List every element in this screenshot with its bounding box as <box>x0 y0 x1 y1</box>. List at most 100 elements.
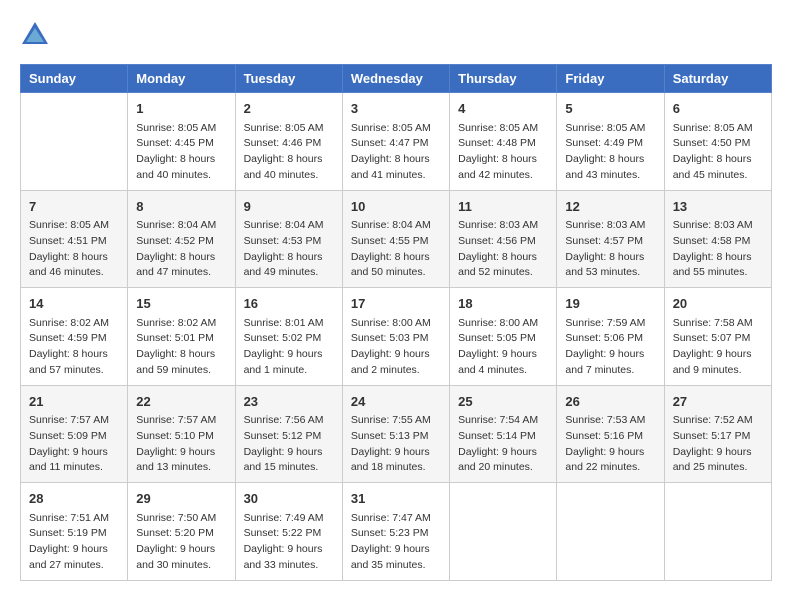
day-info: Sunrise: 7:55 AM Sunset: 5:13 PM Dayligh… <box>351 413 441 476</box>
day-number: 14 <box>29 294 119 314</box>
calendar-cell: 27Sunrise: 7:52 AM Sunset: 5:17 PM Dayli… <box>664 385 771 483</box>
day-info: Sunrise: 8:05 AM Sunset: 4:48 PM Dayligh… <box>458 121 548 184</box>
day-info: Sunrise: 7:50 AM Sunset: 5:20 PM Dayligh… <box>136 511 226 574</box>
calendar-cell <box>557 483 664 581</box>
day-info: Sunrise: 7:51 AM Sunset: 5:19 PM Dayligh… <box>29 511 119 574</box>
day-number: 12 <box>565 197 655 217</box>
day-number: 5 <box>565 99 655 119</box>
day-number: 29 <box>136 489 226 509</box>
calendar-cell: 6Sunrise: 8:05 AM Sunset: 4:50 PM Daylig… <box>664 93 771 191</box>
calendar-week-row: 1Sunrise: 8:05 AM Sunset: 4:45 PM Daylig… <box>21 93 772 191</box>
calendar-cell: 21Sunrise: 7:57 AM Sunset: 5:09 PM Dayli… <box>21 385 128 483</box>
day-info: Sunrise: 7:59 AM Sunset: 5:06 PM Dayligh… <box>565 316 655 379</box>
calendar-cell: 13Sunrise: 8:03 AM Sunset: 4:58 PM Dayli… <box>664 190 771 288</box>
day-info: Sunrise: 8:03 AM Sunset: 4:57 PM Dayligh… <box>565 218 655 281</box>
day-number: 4 <box>458 99 548 119</box>
day-number: 11 <box>458 197 548 217</box>
column-header-thursday: Thursday <box>450 65 557 93</box>
day-info: Sunrise: 8:02 AM Sunset: 5:01 PM Dayligh… <box>136 316 226 379</box>
day-info: Sunrise: 8:00 AM Sunset: 5:03 PM Dayligh… <box>351 316 441 379</box>
day-number: 31 <box>351 489 441 509</box>
calendar-cell: 29Sunrise: 7:50 AM Sunset: 5:20 PM Dayli… <box>128 483 235 581</box>
day-number: 22 <box>136 392 226 412</box>
calendar-header-row: SundayMondayTuesdayWednesdayThursdayFrid… <box>21 65 772 93</box>
day-number: 7 <box>29 197 119 217</box>
day-info: Sunrise: 8:01 AM Sunset: 5:02 PM Dayligh… <box>244 316 334 379</box>
column-header-friday: Friday <box>557 65 664 93</box>
calendar-cell: 4Sunrise: 8:05 AM Sunset: 4:48 PM Daylig… <box>450 93 557 191</box>
day-info: Sunrise: 7:47 AM Sunset: 5:23 PM Dayligh… <box>351 511 441 574</box>
calendar-cell: 14Sunrise: 8:02 AM Sunset: 4:59 PM Dayli… <box>21 288 128 386</box>
calendar-cell <box>450 483 557 581</box>
calendar-cell: 7Sunrise: 8:05 AM Sunset: 4:51 PM Daylig… <box>21 190 128 288</box>
day-number: 3 <box>351 99 441 119</box>
calendar-cell: 12Sunrise: 8:03 AM Sunset: 4:57 PM Dayli… <box>557 190 664 288</box>
day-number: 18 <box>458 294 548 314</box>
day-number: 10 <box>351 197 441 217</box>
day-info: Sunrise: 8:03 AM Sunset: 4:58 PM Dayligh… <box>673 218 763 281</box>
calendar-week-row: 7Sunrise: 8:05 AM Sunset: 4:51 PM Daylig… <box>21 190 772 288</box>
day-number: 27 <box>673 392 763 412</box>
calendar-cell: 28Sunrise: 7:51 AM Sunset: 5:19 PM Dayli… <box>21 483 128 581</box>
day-number: 13 <box>673 197 763 217</box>
calendar-cell: 1Sunrise: 8:05 AM Sunset: 4:45 PM Daylig… <box>128 93 235 191</box>
day-info: Sunrise: 7:56 AM Sunset: 5:12 PM Dayligh… <box>244 413 334 476</box>
day-info: Sunrise: 8:05 AM Sunset: 4:51 PM Dayligh… <box>29 218 119 281</box>
calendar-week-row: 28Sunrise: 7:51 AM Sunset: 5:19 PM Dayli… <box>21 483 772 581</box>
calendar-cell: 24Sunrise: 7:55 AM Sunset: 5:13 PM Dayli… <box>342 385 449 483</box>
day-info: Sunrise: 7:53 AM Sunset: 5:16 PM Dayligh… <box>565 413 655 476</box>
day-info: Sunrise: 7:49 AM Sunset: 5:22 PM Dayligh… <box>244 511 334 574</box>
page-header <box>20 20 772 48</box>
day-number: 23 <box>244 392 334 412</box>
calendar-cell: 20Sunrise: 7:58 AM Sunset: 5:07 PM Dayli… <box>664 288 771 386</box>
day-info: Sunrise: 8:02 AM Sunset: 4:59 PM Dayligh… <box>29 316 119 379</box>
day-number: 19 <box>565 294 655 314</box>
calendar-cell: 17Sunrise: 8:00 AM Sunset: 5:03 PM Dayli… <box>342 288 449 386</box>
day-number: 25 <box>458 392 548 412</box>
day-info: Sunrise: 8:05 AM Sunset: 4:47 PM Dayligh… <box>351 121 441 184</box>
calendar-cell: 30Sunrise: 7:49 AM Sunset: 5:22 PM Dayli… <box>235 483 342 581</box>
day-number: 1 <box>136 99 226 119</box>
day-info: Sunrise: 8:05 AM Sunset: 4:50 PM Dayligh… <box>673 121 763 184</box>
day-number: 6 <box>673 99 763 119</box>
calendar-cell: 16Sunrise: 8:01 AM Sunset: 5:02 PM Dayli… <box>235 288 342 386</box>
calendar-cell: 2Sunrise: 8:05 AM Sunset: 4:46 PM Daylig… <box>235 93 342 191</box>
day-number: 20 <box>673 294 763 314</box>
calendar-cell <box>664 483 771 581</box>
day-number: 24 <box>351 392 441 412</box>
day-number: 8 <box>136 197 226 217</box>
calendar-cell: 23Sunrise: 7:56 AM Sunset: 5:12 PM Dayli… <box>235 385 342 483</box>
day-number: 15 <box>136 294 226 314</box>
day-info: Sunrise: 8:05 AM Sunset: 4:46 PM Dayligh… <box>244 121 334 184</box>
day-info: Sunrise: 7:57 AM Sunset: 5:10 PM Dayligh… <box>136 413 226 476</box>
day-number: 26 <box>565 392 655 412</box>
column-header-monday: Monday <box>128 65 235 93</box>
day-info: Sunrise: 7:52 AM Sunset: 5:17 PM Dayligh… <box>673 413 763 476</box>
day-number: 17 <box>351 294 441 314</box>
calendar-week-row: 14Sunrise: 8:02 AM Sunset: 4:59 PM Dayli… <box>21 288 772 386</box>
day-number: 30 <box>244 489 334 509</box>
calendar-cell: 25Sunrise: 7:54 AM Sunset: 5:14 PM Dayli… <box>450 385 557 483</box>
calendar-week-row: 21Sunrise: 7:57 AM Sunset: 5:09 PM Dayli… <box>21 385 772 483</box>
column-header-sunday: Sunday <box>21 65 128 93</box>
day-number: 2 <box>244 99 334 119</box>
calendar-cell: 15Sunrise: 8:02 AM Sunset: 5:01 PM Dayli… <box>128 288 235 386</box>
day-info: Sunrise: 8:05 AM Sunset: 4:49 PM Dayligh… <box>565 121 655 184</box>
day-info: Sunrise: 7:58 AM Sunset: 5:07 PM Dayligh… <box>673 316 763 379</box>
day-number: 21 <box>29 392 119 412</box>
day-info: Sunrise: 8:05 AM Sunset: 4:45 PM Dayligh… <box>136 121 226 184</box>
column-header-saturday: Saturday <box>664 65 771 93</box>
day-info: Sunrise: 8:00 AM Sunset: 5:05 PM Dayligh… <box>458 316 548 379</box>
calendar-table: SundayMondayTuesdayWednesdayThursdayFrid… <box>20 64 772 581</box>
day-info: Sunrise: 7:57 AM Sunset: 5:09 PM Dayligh… <box>29 413 119 476</box>
day-number: 16 <box>244 294 334 314</box>
calendar-cell: 3Sunrise: 8:05 AM Sunset: 4:47 PM Daylig… <box>342 93 449 191</box>
calendar-cell: 31Sunrise: 7:47 AM Sunset: 5:23 PM Dayli… <box>342 483 449 581</box>
day-number: 28 <box>29 489 119 509</box>
calendar-cell: 11Sunrise: 8:03 AM Sunset: 4:56 PM Dayli… <box>450 190 557 288</box>
day-info: Sunrise: 8:04 AM Sunset: 4:55 PM Dayligh… <box>351 218 441 281</box>
calendar-cell: 5Sunrise: 8:05 AM Sunset: 4:49 PM Daylig… <box>557 93 664 191</box>
column-header-wednesday: Wednesday <box>342 65 449 93</box>
day-info: Sunrise: 8:04 AM Sunset: 4:53 PM Dayligh… <box>244 218 334 281</box>
logo-icon <box>20 20 50 48</box>
